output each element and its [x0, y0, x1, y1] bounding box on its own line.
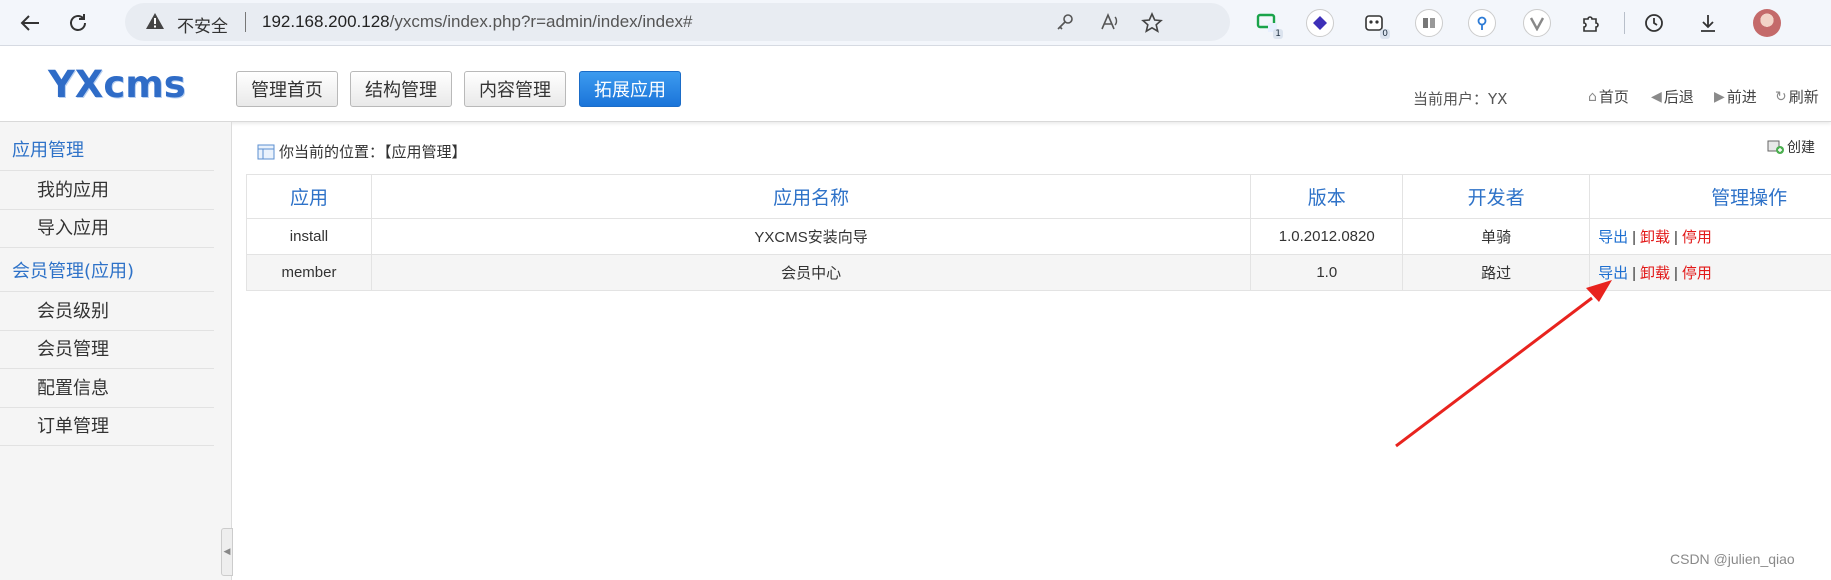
sidebar-group-app-management[interactable]: 应用管理	[0, 131, 214, 171]
cell-app-name: YXCMS安装向导	[370, 218, 1252, 255]
url-path: /yxcms/index.php?r=admin/index/index#	[389, 12, 693, 31]
insecure-label: 不安全	[177, 17, 228, 37]
download-icon[interactable]	[1692, 7, 1724, 39]
nav-home-label: 首页	[1598, 88, 1629, 106]
sidebar-item-import-app[interactable]: 导入应用	[0, 210, 214, 248]
disable-link[interactable]: 停用	[1682, 229, 1712, 246]
extension-book-icon[interactable]	[1413, 7, 1445, 39]
url-host: 192.168.200.128	[262, 12, 390, 31]
col-actions: 管理操作	[1589, 174, 1831, 219]
create-icon	[1767, 140, 1784, 154]
menu-admin-home[interactable]: 管理首页	[236, 71, 338, 107]
sidebar: 应用管理 我的应用 导入应用 会员管理(应用) 会员级别 会员管理 配置信息 订…	[0, 122, 232, 580]
cell-actions: 导出 | 卸载 | 停用	[1589, 254, 1831, 291]
logo: YXcms	[48, 63, 186, 106]
export-link[interactable]: 导出	[1598, 229, 1628, 246]
op-separator: |	[1674, 265, 1678, 282]
extension-pin-icon[interactable]	[1466, 7, 1498, 39]
key-icon[interactable]	[1055, 12, 1077, 34]
op-separator: |	[1632, 229, 1636, 246]
uninstall-link[interactable]: 卸载	[1640, 229, 1670, 246]
warning-triangle-icon	[145, 11, 165, 35]
cell-actions: 导出 | 卸载 | 停用	[1589, 218, 1831, 255]
app-header: YXcms 管理首页 结构管理 内容管理 拓展应用 当前用户：YX ⌂ 首页 ◀ 后…	[0, 46, 1831, 122]
nav-forward[interactable]: ▶ 前进	[1714, 86, 1757, 107]
layout-icon	[257, 144, 275, 159]
menu-content[interactable]: 内容管理	[464, 71, 566, 107]
create-button[interactable]: 创建	[1767, 137, 1815, 157]
extension-layers-icon[interactable]	[1304, 7, 1336, 39]
back-arrow-icon[interactable]	[15, 8, 45, 38]
cell-app-name: 会员中心	[370, 254, 1252, 291]
back-icon: ◀	[1651, 88, 1662, 105]
col-app-name: 应用名称	[370, 174, 1252, 219]
op-separator: |	[1674, 229, 1678, 246]
disable-link[interactable]: 停用	[1682, 265, 1712, 282]
toolbar-divider	[1624, 12, 1625, 34]
forward-icon: ▶	[1714, 88, 1725, 105]
sidebar-group-member-management[interactable]: 会员管理(应用)	[0, 252, 214, 292]
profile-avatar[interactable]	[1751, 7, 1783, 39]
reload-icon[interactable]	[63, 8, 93, 38]
create-label: 创建	[1787, 140, 1815, 156]
nav-refresh[interactable]: ↻ 刷新	[1775, 86, 1819, 107]
watermark: CSDN @julien_qiao	[1670, 551, 1795, 567]
cell-version: 1.0.2012.0820	[1250, 218, 1404, 255]
extension-badge-2: 0	[1380, 29, 1390, 39]
nav-back-label: 后退	[1663, 88, 1694, 106]
export-link[interactable]: 导出	[1598, 265, 1628, 282]
sidebar-collapse-handle[interactable]: ◀	[221, 528, 233, 576]
nav-home[interactable]: ⌂ 首页	[1588, 86, 1629, 107]
extensions-puzzle-icon[interactable]	[1575, 7, 1607, 39]
apps-table: 应用 应用名称 版本 开发者 管理操作 install YXCMS安装向导 1.…	[246, 174, 1831, 291]
sidebar-item-orders[interactable]: 订单管理	[0, 408, 214, 446]
cell-app: member	[246, 254, 372, 291]
table-header-row: 应用 应用名称 版本 开发者 管理操作	[246, 174, 1831, 219]
cell-developer: 单骑	[1402, 218, 1591, 255]
nav-forward-label: 前进	[1726, 88, 1757, 106]
col-app: 应用	[246, 174, 372, 219]
cell-developer: 路过	[1402, 254, 1591, 291]
nav-refresh-label: 刷新	[1788, 88, 1819, 106]
nav-back[interactable]: ◀ 后退	[1651, 86, 1694, 107]
cell-app: install	[246, 218, 372, 255]
sidebar-item-members[interactable]: 会员管理	[0, 331, 214, 369]
refresh-icon: ↻	[1775, 88, 1787, 105]
col-developer: 开发者	[1402, 174, 1591, 219]
url-text[interactable]: 192.168.200.128/yxcms/index.php?r=admin/…	[262, 12, 693, 32]
menu-structure[interactable]: 结构管理	[350, 71, 452, 107]
extension-v-icon[interactable]	[1521, 7, 1553, 39]
menu-extend-apps[interactable]: 拓展应用	[579, 71, 681, 107]
sidebar-item-member-levels[interactable]: 会员级别	[0, 293, 214, 331]
op-separator: |	[1632, 265, 1636, 282]
uninstall-link[interactable]: 卸载	[1640, 265, 1670, 282]
browser-toolbar: 不安全 192.168.200.128/yxcms/index.php?r=ad…	[0, 0, 1831, 46]
home-icon: ⌂	[1588, 88, 1597, 105]
sidebar-item-my-apps[interactable]: 我的应用	[0, 172, 214, 210]
breadcrumb: 你当前的位置：【应用管理】	[257, 141, 467, 162]
read-aloud-icon[interactable]	[1100, 12, 1122, 34]
cell-version: 1.0	[1250, 254, 1404, 291]
address-separator	[245, 12, 246, 32]
col-version: 版本	[1250, 174, 1404, 219]
table-row: install YXCMS安装向导 1.0.2012.0820 单骑 导出 | 卸载…	[246, 218, 1831, 255]
sidebar-item-config[interactable]: 配置信息	[0, 370, 214, 408]
extension-screen-icon[interactable]: 1	[1251, 7, 1283, 39]
extension-badge: 1	[1273, 29, 1283, 39]
breadcrumb-text: 你当前的位置：【应用管理】	[279, 143, 467, 161]
history-icon[interactable]	[1638, 7, 1670, 39]
current-user: 当前用户：YX	[1413, 90, 1508, 108]
extension-robot-icon[interactable]: 0	[1358, 7, 1390, 39]
address-bar[interactable]: 不安全 192.168.200.128/yxcms/index.php?r=ad…	[125, 3, 1230, 41]
table-row: member 会员中心 1.0 路过 导出 | 卸载 | 停用	[246, 254, 1831, 291]
favorite-star-icon[interactable]	[1141, 12, 1163, 34]
